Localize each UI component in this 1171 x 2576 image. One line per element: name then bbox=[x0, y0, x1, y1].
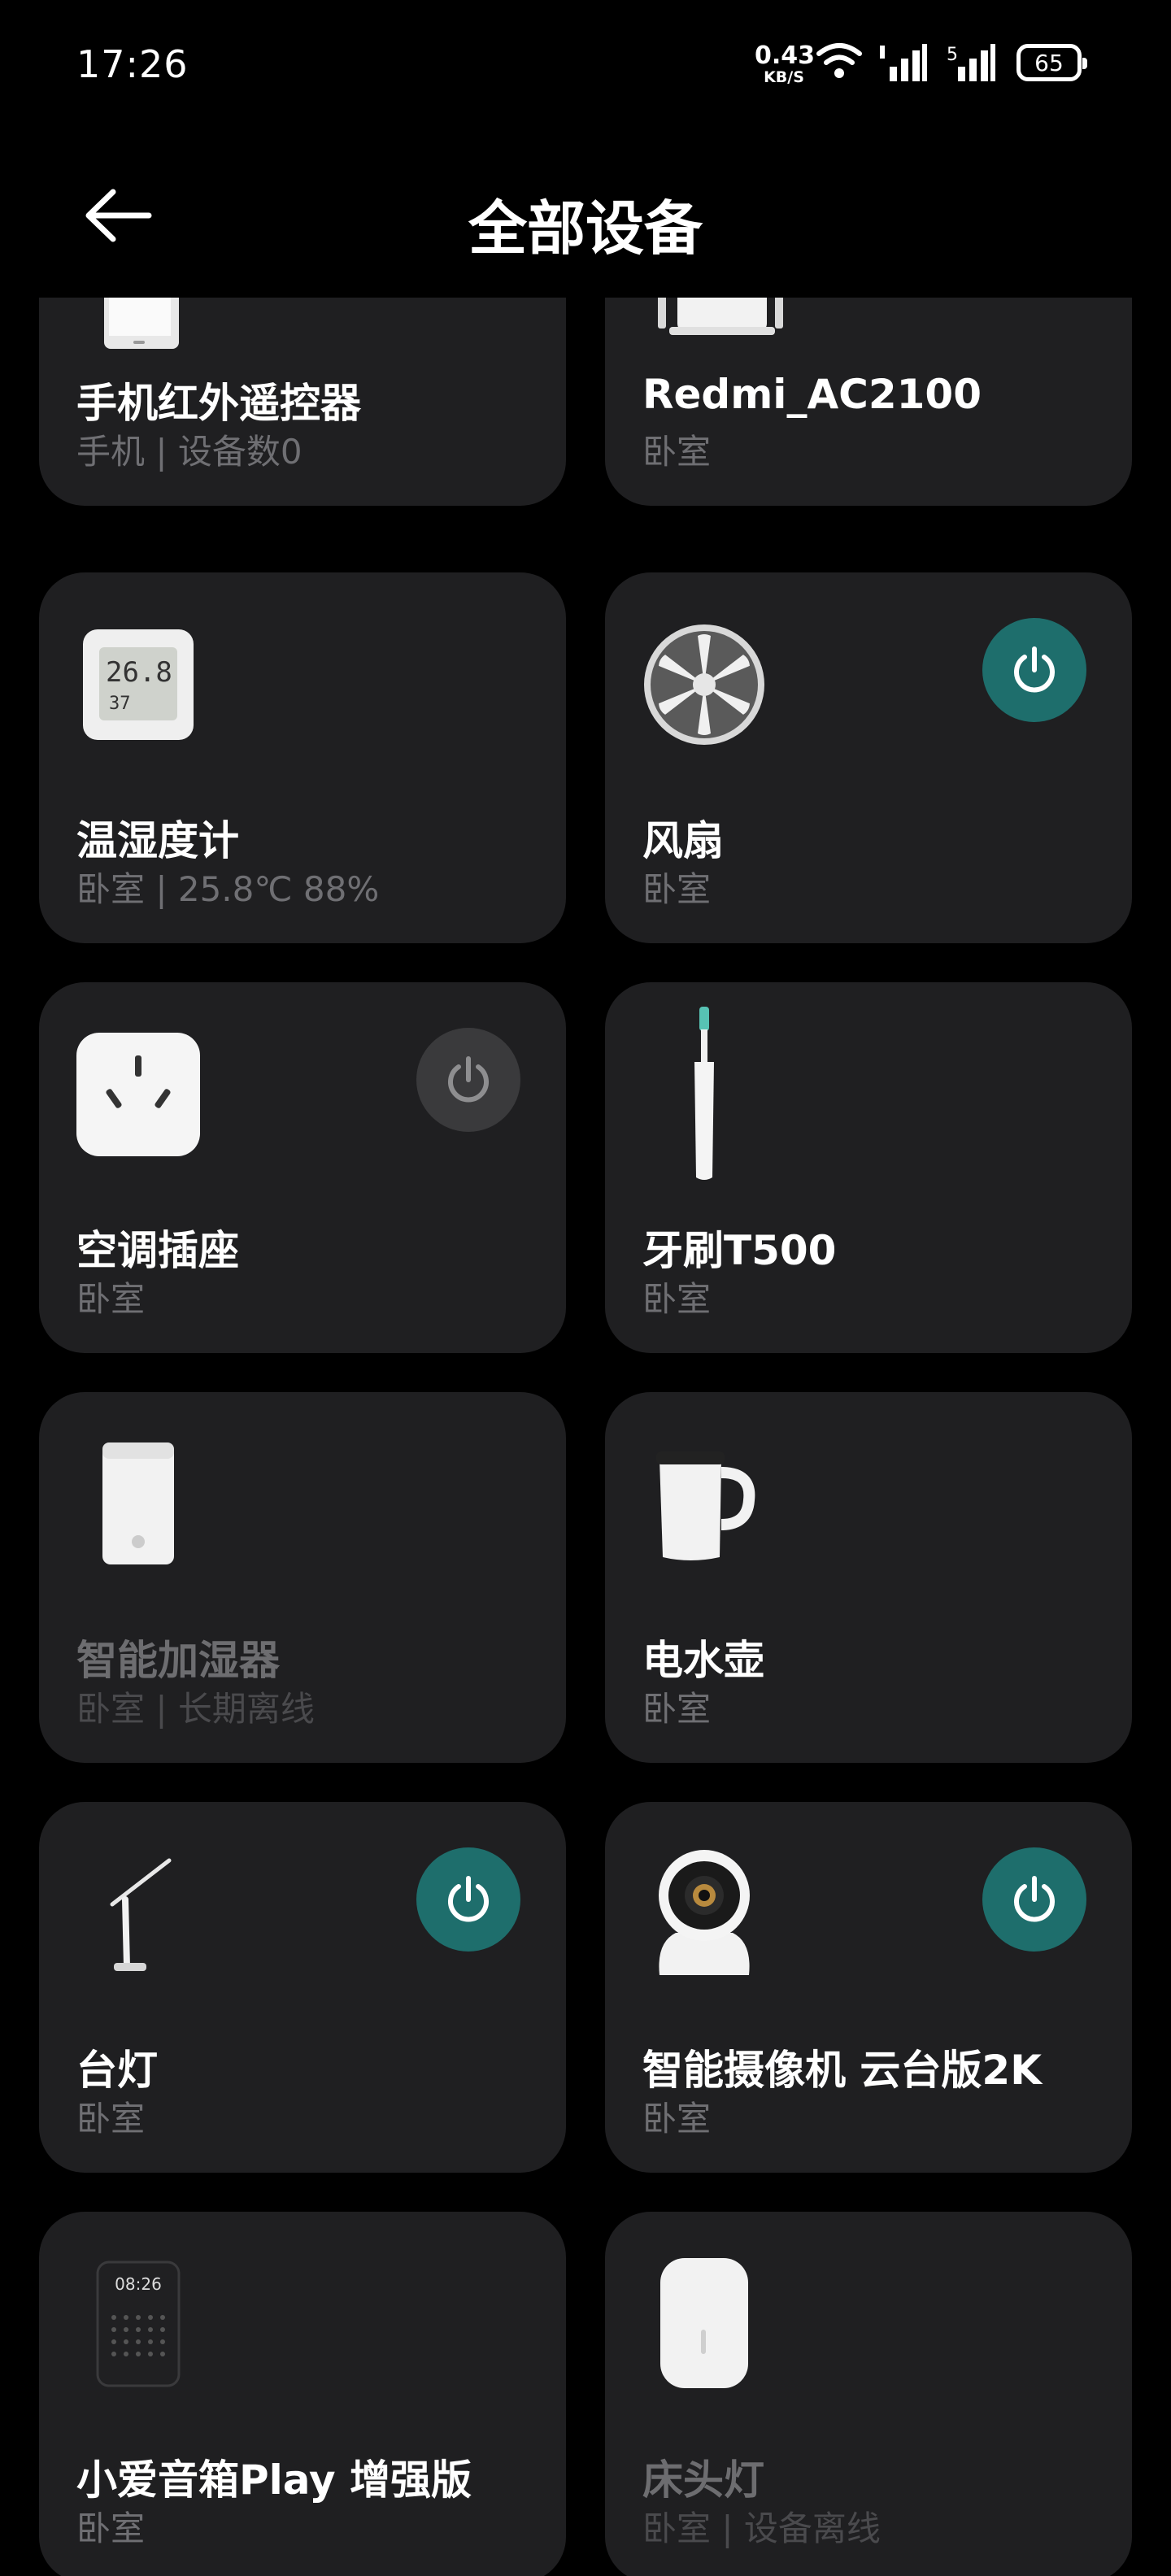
device-subtitle: 卧室 bbox=[642, 1689, 712, 1729]
device-name: 牙刷T500 bbox=[642, 1227, 837, 1274]
device-subtitle: 卧室 bbox=[642, 1279, 712, 1319]
svg-text:5: 5 bbox=[947, 45, 958, 65]
power-toggle-button[interactable] bbox=[416, 1028, 520, 1132]
page-title: 全部设备 bbox=[468, 194, 703, 263]
power-icon bbox=[448, 1876, 489, 1922]
device-name: Redmi_AC2100 bbox=[642, 371, 982, 418]
device-card-router[interactable]: Redmi_AC2100 卧室 bbox=[605, 298, 1132, 506]
wifi-icon bbox=[816, 43, 862, 78]
device-subtitle: 卧室 bbox=[642, 432, 712, 472]
device-subtitle: 卧室 | 设备离线 bbox=[642, 2509, 881, 2548]
kettle-icon bbox=[641, 1441, 768, 1568]
device-name: 小爱音箱Play 增强版 bbox=[76, 2456, 472, 2504]
network-speed-unit: KB/S bbox=[764, 68, 804, 86]
device-name: 床头灯 bbox=[642, 2456, 764, 2504]
thermo-display-temp: 26.8 bbox=[106, 656, 172, 689]
device-list[interactable]: 手机红外遥控器 手机 | 设备数0 Redmi_AC2100 卧室 26.8 3… bbox=[0, 298, 1171, 2576]
device-name: 智能加湿器 bbox=[76, 1637, 280, 1684]
thermometer-hygrometer-icon: 26.8 37 bbox=[75, 621, 202, 748]
camera-icon bbox=[641, 1850, 768, 1978]
device-card-desk-lamp[interactable]: 台灯 卧室 bbox=[39, 1802, 566, 2173]
device-card-speaker[interactable]: 08:26 小爱音箱Play 增强版 卧室 bbox=[39, 2212, 566, 2576]
device-card-ac-plug[interactable]: 空调插座 卧室 bbox=[39, 982, 566, 1353]
device-name: 空调插座 bbox=[76, 1227, 239, 1274]
device-card-ir-remote[interactable]: 手机红外遥控器 手机 | 设备数0 bbox=[39, 298, 566, 506]
device-card-thermometer[interactable]: 26.8 37 温湿度计 卧室 | 25.8℃ 88% bbox=[39, 572, 566, 943]
power-toggle-button[interactable] bbox=[982, 618, 1086, 722]
device-subtitle: 卧室 bbox=[76, 2509, 146, 2548]
device-subtitle: 卧室 | 长期离线 bbox=[76, 1689, 315, 1729]
device-subtitle: 手机 | 设备数0 bbox=[76, 432, 303, 472]
device-name: 温湿度计 bbox=[76, 817, 239, 864]
signal-sim2-icon: 5 bbox=[947, 44, 995, 81]
device-subtitle: 卧室 bbox=[76, 1279, 146, 1319]
signal-sim1-icon bbox=[880, 44, 927, 81]
desk-lamp-icon bbox=[75, 1851, 202, 1978]
network-speed: 0.43 KB/S bbox=[755, 41, 816, 86]
battery-icon: 65 bbox=[1016, 44, 1087, 81]
device-name: 手机红外遥控器 bbox=[76, 380, 361, 427]
thermo-display-humidity: 37 bbox=[109, 694, 131, 714]
device-subtitle: 卧室 bbox=[76, 2099, 146, 2139]
fan-icon bbox=[641, 621, 768, 748]
device-card-toothbrush[interactable]: 牙刷T500 卧室 bbox=[605, 982, 1132, 1353]
device-name: 电水壶 bbox=[642, 1637, 764, 1684]
power-toggle-button[interactable] bbox=[416, 1847, 520, 1952]
device-subtitle: 卧室 bbox=[642, 869, 712, 909]
device-subtitle: 卧室 bbox=[642, 2099, 712, 2139]
smart-plug-icon bbox=[75, 1031, 202, 1158]
status-time: 17:26 bbox=[76, 42, 189, 86]
device-card-camera[interactable]: 智能摄像机 云台版2K 卧室 bbox=[605, 1802, 1132, 2173]
humidifier-icon bbox=[75, 1441, 202, 1568]
status-bar: 17:26 0.43 KB/S 5 65 bbox=[0, 0, 1171, 130]
bedside-lamp-icon bbox=[641, 2258, 768, 2388]
device-name: 台灯 bbox=[76, 2047, 158, 2094]
device-name: 智能摄像机 云台版2K bbox=[642, 2047, 1042, 2094]
device-subtitle: 卧室 | 25.8℃ 88% bbox=[76, 869, 380, 909]
speaker-icon: 08:26 bbox=[75, 2261, 202, 2387]
power-icon bbox=[448, 1056, 489, 1103]
toothbrush-icon bbox=[641, 1007, 768, 1186]
device-card-humidifier[interactable]: 智能加湿器 卧室 | 长期离线 bbox=[39, 1392, 566, 1763]
power-icon bbox=[1014, 1876, 1055, 1922]
device-card-kettle[interactable]: 电水壶 卧室 bbox=[605, 1392, 1132, 1763]
power-icon bbox=[1014, 646, 1055, 693]
speaker-display-time: 08:26 bbox=[115, 2274, 162, 2294]
device-card-bedside-lamp[interactable]: 床头灯 卧室 | 设备离线 bbox=[605, 2212, 1132, 2576]
device-card-fan[interactable]: 风扇 卧室 bbox=[605, 572, 1132, 943]
power-toggle-button[interactable] bbox=[982, 1847, 1086, 1952]
device-name: 风扇 bbox=[642, 817, 724, 864]
network-speed-value: 0.43 bbox=[755, 41, 816, 70]
